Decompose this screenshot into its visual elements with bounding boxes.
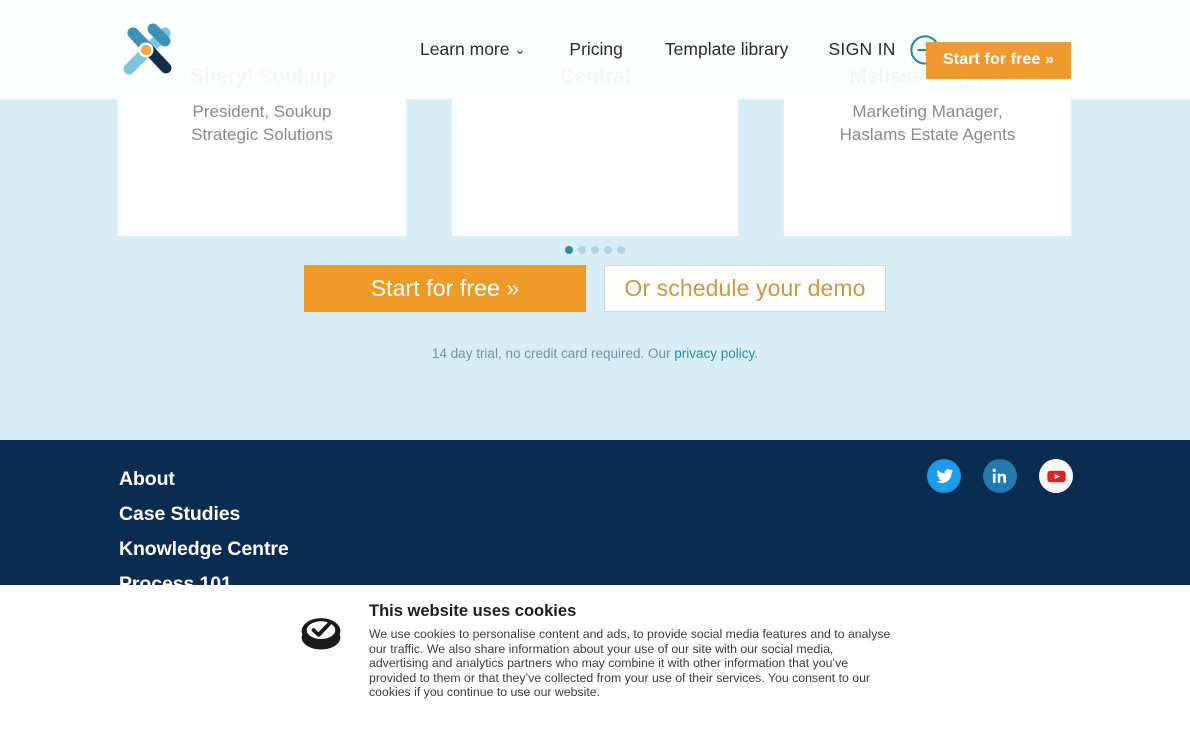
watermark-label: Revain bbox=[1085, 707, 1168, 738]
twitter-icon[interactable] bbox=[927, 459, 961, 493]
carousel-dot[interactable] bbox=[604, 246, 612, 254]
trial-note-period: . bbox=[754, 346, 759, 361]
nav-item-sign-in[interactable]: SIGN IN bbox=[828, 31, 895, 68]
carousel-dot[interactable] bbox=[565, 246, 573, 254]
chevron-down-icon: ⌄ bbox=[514, 42, 526, 57]
testimonial-role: President, Soukup Strategic Solutions bbox=[191, 102, 333, 144]
start-for-free-button[interactable]: Start for free » bbox=[304, 265, 586, 312]
social-links bbox=[927, 459, 1073, 493]
carousel-dot[interactable] bbox=[578, 246, 586, 254]
carousel-dots bbox=[0, 246, 1190, 254]
nav-item-template-library[interactable]: Template library bbox=[665, 31, 789, 68]
cookie-banner-body: This website uses cookies We use cookies… bbox=[297, 602, 897, 700]
header-start-for-free-button[interactable]: Start for free » bbox=[926, 42, 1071, 79]
linkedin-icon[interactable] bbox=[983, 459, 1017, 493]
schedule-demo-button[interactable]: Or schedule your demo bbox=[604, 265, 886, 312]
revain-watermark: Revain bbox=[1045, 704, 1168, 741]
footer-link-case-studies[interactable]: Case Studies bbox=[119, 503, 289, 526]
beslick-x-logo[interactable] bbox=[119, 21, 177, 79]
trial-note: 14 day trial, no credit card required. O… bbox=[0, 346, 1190, 361]
cookie-text-block: This website uses cookies We use cookies… bbox=[369, 602, 891, 700]
footer-link-about[interactable]: About bbox=[119, 468, 289, 491]
nav-item-pricing[interactable]: Pricing bbox=[569, 31, 623, 68]
main-navigation: Learn more ⌄ Pricing Template library SIG… bbox=[420, 0, 942, 99]
privacy-policy-link[interactable]: privacy policy bbox=[674, 346, 754, 361]
search-magnifier-icon bbox=[1045, 704, 1077, 741]
page-root: Sheryl Soukup President, Soukup Strategi… bbox=[0, 0, 1190, 753]
cookie-consent-banner: This website uses cookies We use cookies… bbox=[0, 585, 1190, 753]
nav-label: Learn more bbox=[420, 39, 510, 59]
youtube-icon[interactable] bbox=[1039, 459, 1073, 493]
cookie-banner-title: This website uses cookies bbox=[369, 602, 577, 620]
cookiebot-check-icon bbox=[297, 602, 349, 700]
testimonial-role: Marketing Manager, Haslams Estate Agents bbox=[839, 102, 1016, 144]
trial-note-text: 14 day trial, no credit card required. O… bbox=[431, 346, 675, 361]
footer-link-knowledge-centre[interactable]: Knowledge Centre bbox=[119, 538, 289, 561]
cta-row: Start for free » Or schedule your demo bbox=[0, 265, 1190, 312]
site-header: Learn more ⌄ Pricing Template library SIG… bbox=[0, 0, 1190, 99]
cookie-banner-description: We use cookies to personalise content an… bbox=[369, 627, 891, 700]
carousel-dot[interactable] bbox=[617, 246, 625, 254]
carousel-dot[interactable] bbox=[591, 246, 599, 254]
nav-item-learn-more[interactable]: Learn more ⌄ bbox=[420, 31, 525, 68]
